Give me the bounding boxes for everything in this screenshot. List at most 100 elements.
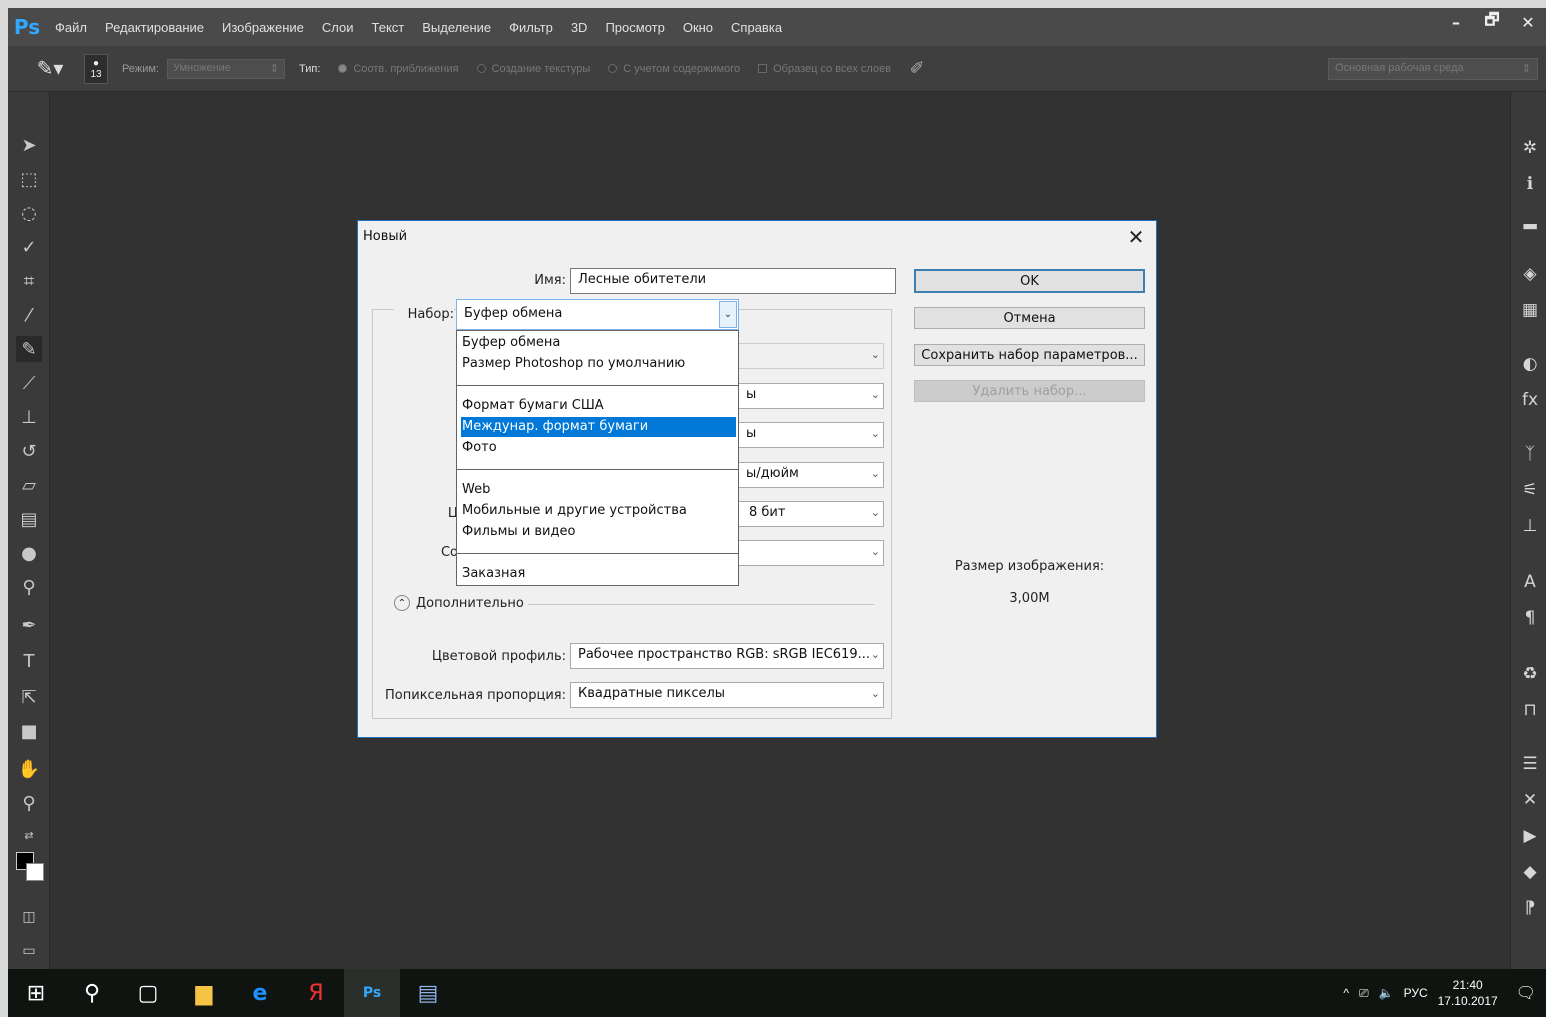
- height-units-select[interactable]: ы ⌄: [738, 422, 884, 448]
- cancel-button[interactable]: Отмена: [914, 307, 1145, 329]
- brush-presets-icon[interactable]: ᛉ: [1518, 442, 1542, 466]
- quick-select-tool-icon[interactable]: ✓: [16, 234, 42, 260]
- quick-mask-icon[interactable]: ◫: [16, 904, 42, 930]
- type-tool-icon[interactable]: T: [16, 648, 42, 674]
- marquee-tool-icon[interactable]: ⬚: [16, 166, 42, 192]
- layers-icon[interactable]: ◆: [1518, 860, 1542, 884]
- paragraph-icon[interactable]: ¶: [1518, 606, 1542, 630]
- character-icon[interactable]: A: [1518, 570, 1542, 594]
- close-window-button[interactable]: ✕: [1510, 8, 1546, 36]
- tools-icon[interactable]: ✕: [1518, 788, 1542, 812]
- menu-type[interactable]: Текст: [363, 20, 414, 35]
- healing-brush-tool-icon[interactable]: ✎▾: [30, 54, 70, 84]
- chevron-up-icon[interactable]: ^: [1343, 986, 1349, 1000]
- photoshop-taskbar-icon[interactable]: Ps: [344, 969, 400, 1017]
- advanced-toggle[interactable]: ⌃ Дополнительно: [394, 595, 524, 611]
- color-profile-select[interactable]: Рабочее пространство RGB: sRGB IEC619...…: [570, 643, 884, 669]
- move-tool-icon[interactable]: ➤: [16, 132, 42, 158]
- pen-tool-icon[interactable]: ✒: [16, 612, 42, 638]
- menu-help[interactable]: Справка: [722, 20, 791, 35]
- dropdown-option[interactable]: Заказная: [461, 564, 736, 584]
- healing-brush-tool-icon[interactable]: ✎: [16, 336, 42, 362]
- properties-icon[interactable]: ☰: [1518, 752, 1542, 776]
- history-brush-tool-icon[interactable]: ↺: [16, 438, 42, 464]
- swap-colors-icon[interactable]: ⇄: [16, 822, 42, 848]
- radio-content-aware[interactable]: С учетом содержимого: [608, 63, 740, 75]
- menu-edit[interactable]: Редактирование: [96, 20, 213, 35]
- dropdown-option-selected[interactable]: Междунар. формат бумаги: [461, 417, 736, 437]
- rectangle-tool-icon[interactable]: ■: [16, 718, 42, 744]
- radio-proximity[interactable]: Соотв. приближения: [338, 63, 459, 75]
- brush-tool-icon[interactable]: ⟋: [16, 370, 42, 396]
- dropdown-option[interactable]: Web: [461, 480, 736, 500]
- volume-icon[interactable]: 🔈: [1379, 986, 1394, 1000]
- pixel-aspect-select[interactable]: Квадратные пикселы ⌄: [570, 682, 884, 708]
- info-icon[interactable]: ℹ: [1518, 172, 1542, 196]
- adjustments-icon[interactable]: ⚟: [1518, 478, 1542, 502]
- background-contents-select[interactable]: ⌄: [738, 540, 884, 566]
- menu-view[interactable]: Просмотр: [596, 20, 673, 35]
- clone-source-icon[interactable]: ⊥: [1518, 514, 1542, 538]
- edge-browser-icon[interactable]: e: [232, 969, 288, 1017]
- windows-start-icon[interactable]: ⊞: [8, 969, 64, 1017]
- history-icon[interactable]: ✲: [1518, 136, 1542, 160]
- mode-select[interactable]: Умножение ⇕: [166, 58, 285, 79]
- dropdown-option[interactable]: Фильмы и видео: [461, 522, 736, 542]
- sample-all-layers-checkbox[interactable]: Образец со всех слоев: [758, 63, 891, 75]
- menu-filter[interactable]: Фильтр: [500, 20, 562, 35]
- yandex-browser-icon[interactable]: Я: [288, 969, 344, 1017]
- menu-3d[interactable]: 3D: [562, 20, 597, 35]
- close-icon[interactable]: ✕: [1124, 225, 1148, 249]
- brush-size-picker[interactable]: ● 13: [84, 53, 108, 84]
- menu-layers[interactable]: Слои: [313, 20, 363, 35]
- dropdown-option[interactable]: Формат бумаги США: [461, 396, 736, 416]
- chevron-down-icon[interactable]: ⌄: [719, 301, 737, 328]
- radio-texture[interactable]: Создание текстуры: [476, 63, 590, 75]
- file-explorer-icon[interactable]: ▆: [176, 969, 232, 1017]
- notifications-icon[interactable]: 🗨: [1516, 983, 1536, 1003]
- restore-button[interactable]: 🗗: [1474, 8, 1510, 36]
- notepad-icon[interactable]: ▤: [400, 969, 456, 1017]
- histogram-icon[interactable]: ▂: [1518, 208, 1542, 232]
- hand-tool-icon[interactable]: ✋: [16, 756, 42, 782]
- workspace-select[interactable]: Основная рабочая среда ⇕: [1328, 58, 1538, 80]
- dropdown-option[interactable]: Буфер обмена: [461, 333, 736, 353]
- dropdown-option[interactable]: Мобильные и другие устройства: [461, 501, 736, 521]
- path-select-tool-icon[interactable]: ⇱: [16, 684, 42, 710]
- pressure-brush-icon[interactable]: ✐: [905, 54, 929, 84]
- bit-depth-select[interactable]: 8 бит ⌄: [738, 501, 884, 527]
- resolution-units-select[interactable]: ы/дюйм ⌄: [738, 462, 884, 488]
- search-icon[interactable]: ⚲: [64, 969, 120, 1017]
- layers-3d-icon[interactable]: ♻: [1518, 662, 1542, 686]
- 3d-icon[interactable]: ◈: [1518, 262, 1542, 286]
- actions-icon[interactable]: ▶: [1518, 824, 1542, 848]
- name-input[interactable]: Лесные обитетели: [570, 268, 896, 294]
- channels-icon[interactable]: ⁋: [1518, 896, 1542, 920]
- gradient-tool-icon[interactable]: ▤: [16, 506, 42, 532]
- eyedropper-tool-icon[interactable]: ⁄: [16, 302, 42, 328]
- screen-mode-icon[interactable]: ▭: [16, 938, 42, 964]
- preset-select[interactable]: Буфер обмена ⌄: [456, 299, 739, 330]
- language-indicator[interactable]: РУС: [1404, 986, 1428, 1000]
- blur-tool-icon[interactable]: ●: [16, 540, 42, 566]
- eraser-tool-icon[interactable]: ▱: [16, 472, 42, 498]
- menu-select[interactable]: Выделение: [413, 20, 500, 35]
- network-icon[interactable]: ⎚: [1359, 986, 1369, 1001]
- dropdown-option[interactable]: Размер Photoshop по умолчанию: [461, 354, 736, 374]
- ok-button[interactable]: OK: [914, 269, 1145, 293]
- crop-tool-icon[interactable]: ⌗: [16, 268, 42, 294]
- zoom-tool-icon[interactable]: ⚲: [16, 790, 42, 816]
- menu-image[interactable]: Изображение: [213, 20, 313, 35]
- background-color-swatch[interactable]: [26, 863, 44, 881]
- swatches-icon[interactable]: ▦: [1518, 298, 1542, 322]
- lasso-tool-icon[interactable]: ◌: [16, 200, 42, 226]
- save-preset-button[interactable]: Сохранить набор параметров...: [914, 344, 1145, 366]
- width-units-select[interactable]: ы ⌄: [738, 383, 884, 409]
- dodge-tool-icon[interactable]: ⚲: [16, 574, 42, 600]
- minimize-button[interactable]: –: [1438, 8, 1474, 36]
- dropdown-option[interactable]: Фото: [461, 438, 736, 458]
- task-view-icon[interactable]: ▢: [120, 969, 176, 1017]
- color-icon[interactable]: ◐: [1518, 352, 1542, 376]
- menu-file[interactable]: Файл: [46, 20, 96, 35]
- menu-window[interactable]: Окно: [674, 20, 722, 35]
